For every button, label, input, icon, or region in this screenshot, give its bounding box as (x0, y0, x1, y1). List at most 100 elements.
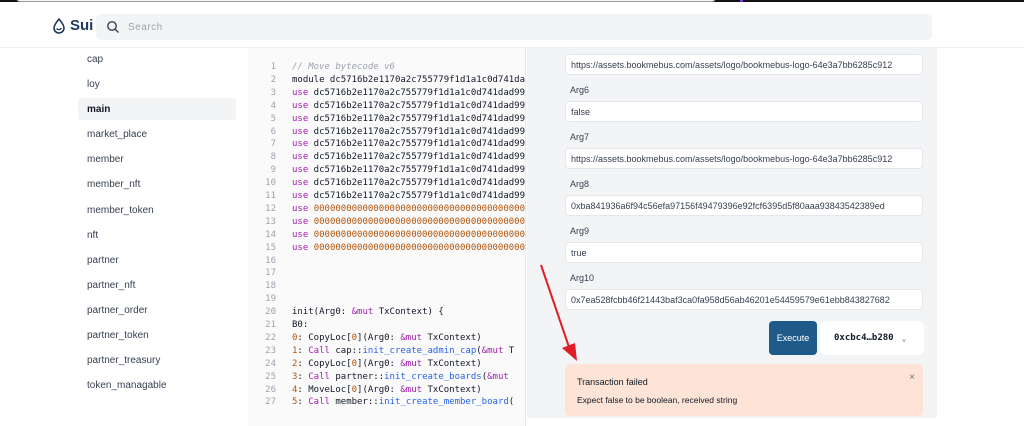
wallet-address: 0xcbc4…b280 (834, 333, 894, 343)
code-text: use 000000000000000000000000000000000000… (292, 203, 526, 214)
code-text: // Move bytecode v6 (292, 62, 395, 72)
code-line: 2 module dc5716b2e1170a2c755779f1d1a1c0d7… (248, 74, 525, 87)
sidebar-item-nft[interactable]: nft (78, 224, 236, 246)
code-text: 1: Call cap::init_create_admin_cap(&mut … (292, 345, 515, 356)
brand-name: Sui (70, 17, 94, 34)
code-line: 16 (248, 255, 525, 268)
code-line: 1 // Move bytecode v6 (248, 62, 525, 74)
sidebar-item-main[interactable]: main (78, 98, 236, 120)
code-line: 23 1: Call cap::init_create_admin_cap(&m… (248, 345, 525, 358)
code-line: 9 use dc5716b2e1170a2c755779f1d1a1c0d741d… (248, 165, 526, 177)
code-line: 18 (248, 281, 525, 293)
code-line: 7 use dc5716b2e1170a2c755779f1d1a1c0d741d… (248, 139, 525, 151)
toast-title: Transaction failed (577, 377, 648, 387)
arg8-input[interactable]: 0xba841936a6f94c56efa97156f49479396e92fc… (565, 195, 923, 216)
code-line: 10 use dc5716b2e1170a2c755779f1d1a1c0d741… (248, 178, 526, 190)
arg9-input[interactable]: true (565, 242, 923, 263)
code-text: use dc5716b2e1170a2c755779f1d1a1c0d741da… (292, 113, 526, 124)
line-number: 12 (265, 203, 276, 214)
code-text: use 000000000000000000000000000000000000… (292, 229, 526, 240)
line-number: 9 (270, 165, 276, 176)
bytecode-viewer[interactable]: 1 // Move bytecode v6 2 module dc5716b2e117… (248, 48, 526, 426)
line-number: 8 (270, 152, 276, 163)
code-line: 21 B0: (248, 320, 525, 332)
sidebar-item-member-token[interactable]: member_token (78, 199, 236, 221)
search-bar[interactable]: Search (96, 14, 932, 40)
sidebar-item-market-place[interactable]: market_place (78, 123, 236, 145)
sidebar-item-partner[interactable]: partner (78, 249, 236, 271)
code-line: 13 use 0000000000000000000000000000000000… (248, 216, 526, 229)
code-text: 5: Call member::init_create_member_board… (292, 397, 515, 408)
code-line: 4 use dc5716b2e1170a2c755779f1d1a1c0d741d… (248, 100, 526, 113)
code-line: 15 use 0000000000000000000000000000000000… (248, 242, 525, 255)
sidebar-item-partner-token[interactable]: partner_token (78, 324, 236, 346)
code-text: 3: Call partner::init_create_boards(&mut (292, 371, 509, 382)
code-line: 20 init(Arg0: &mut TxContext) { (248, 307, 525, 319)
line-number: 22 (265, 332, 276, 343)
code-line: 11 use dc5716b2e1170a2c755779f1d1a1c0d741… (248, 191, 525, 203)
line-number: 16 (265, 255, 276, 266)
line-number: 24 (265, 358, 276, 369)
line-number: 17 (265, 268, 276, 279)
execute-button[interactable]: Execute (769, 321, 817, 355)
code-line: 14 use 0000000000000000000000000000000000… (248, 229, 526, 242)
module-sidebar: cap loy main market_place member member_… (78, 48, 238, 426)
line-number: 4 (270, 100, 276, 111)
arg7-label: Arg7 (570, 132, 590, 142)
sidebar-item-member-nft[interactable]: member_nft (78, 173, 236, 195)
code-text: use dc5716b2e1170a2c755779f1d1a1c0d741da… (292, 87, 526, 98)
toast-message: Expect false to be boolean, received str… (577, 395, 738, 405)
code-line: 19 (248, 294, 525, 306)
line-number: 25 (265, 371, 276, 382)
arg7-input[interactable]: https://assets.bookmebus.com/assets/logo… (565, 148, 923, 169)
arg10-input[interactable]: 0x7ea528fcbb46f21443baf3ca0fa958d56ab462… (565, 289, 923, 310)
code-line: 17 (248, 268, 525, 280)
sidebar-item-cap[interactable]: cap (78, 48, 236, 70)
wallet-button[interactable]: 0xcbc4…b280 ⌄ (820, 321, 924, 355)
line-number: 5 (270, 113, 276, 124)
code-text: use dc5716b2e1170a2c755779f1d1a1c0d741da… (292, 165, 526, 176)
line-number: 23 (265, 345, 276, 356)
line-number: 7 (270, 139, 276, 150)
line-number: 10 (265, 178, 276, 189)
line-number: 26 (265, 384, 276, 395)
brand-logo[interactable]: Sui (52, 17, 93, 34)
code-text: use dc5716b2e1170a2c755779f1d1a1c0d741da… (292, 126, 526, 137)
close-icon[interactable]: × (909, 372, 915, 383)
code-text: use dc5716b2e1170a2c755779f1d1a1c0d741da… (292, 152, 526, 163)
error-toast: Transaction failed Expect false to be bo… (565, 364, 923, 416)
line-number: 3 (270, 87, 276, 98)
code-text: use 000000000000000000000000000000000000… (292, 216, 526, 227)
line-number: 19 (265, 294, 276, 305)
line-number: 27 (265, 397, 276, 408)
sidebar-item-partner-treasury[interactable]: partner_treasury (78, 349, 236, 371)
sidebar-item-partner-nft[interactable]: partner_nft (78, 274, 236, 296)
arg5-input[interactable]: https://assets.bookmebus.com/assets/logo… (565, 54, 923, 75)
line-number: 11 (265, 191, 276, 201)
annotation-arrow-icon (540, 264, 577, 361)
chevron-down-icon: ⌄ (901, 333, 907, 343)
sidebar-item-member[interactable]: member (78, 148, 236, 170)
code-text: use dc5716b2e1170a2c755779f1d1a1c0d741da… (292, 178, 526, 189)
arg6-label: Arg6 (570, 85, 590, 95)
line-number: 1 (270, 62, 276, 72)
code-line: 27 5: Call member::init_create_member_bo… (248, 397, 525, 409)
code-line: 8 use dc5716b2e1170a2c755779f1d1a1c0d741d… (248, 152, 526, 164)
arg8-label: Arg8 (570, 179, 590, 189)
code-line: 24 2: CopyLoc[0](Arg0: &mut TxContext) (248, 358, 525, 371)
line-number: 6 (270, 126, 276, 137)
arg6-input[interactable]: false (565, 101, 923, 122)
arg9-label: Arg9 (570, 226, 590, 236)
code-text: use dc5716b2e1170a2c755779f1d1a1c0d741da… (292, 100, 526, 111)
search-placeholder: Search (128, 21, 163, 33)
line-number: 2 (270, 74, 276, 85)
code-line: 3 use dc5716b2e1170a2c755779f1d1a1c0d741d… (248, 87, 526, 100)
code-text: 2: CopyLoc[0](Arg0: &mut TxContext) (292, 358, 482, 369)
sidebar-item-partner-order[interactable]: partner_order (78, 299, 236, 321)
sidebar-item-token-managable[interactable]: token_managable (78, 374, 236, 396)
sidebar-item-loy[interactable]: loy (78, 73, 236, 95)
line-number: 20 (265, 307, 276, 318)
line-number: 15 (265, 242, 276, 253)
code-text: 4: MoveLoc[0](Arg0: &mut TxContext) (292, 384, 482, 395)
code-line: 22 0: CopyLoc[0](Arg0: &mut TxContext) (248, 332, 525, 345)
